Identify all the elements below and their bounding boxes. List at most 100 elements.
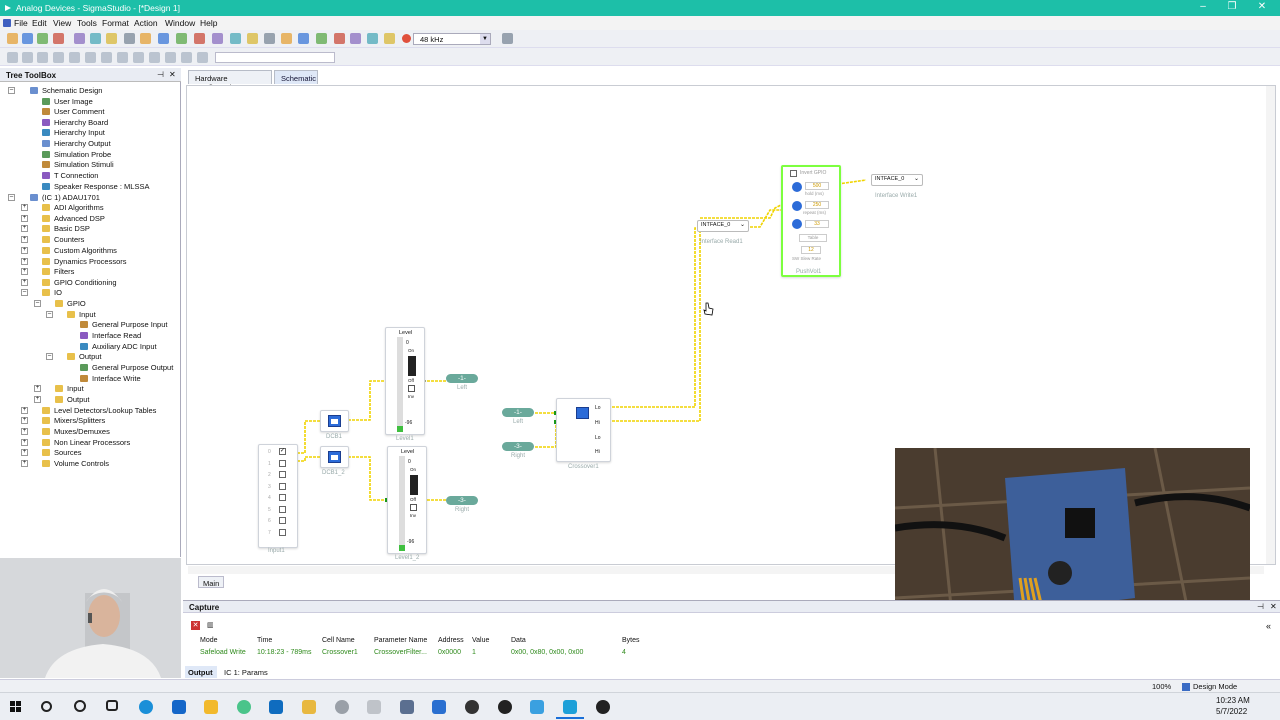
level2-switch[interactable] — [410, 475, 418, 495]
crossover-hi2: Hi — [595, 449, 600, 455]
app-icon-dark2[interactable] — [498, 700, 512, 714]
level2-block[interactable]: Level 0 On Off Inv -96 — [387, 446, 427, 554]
slew-value[interactable]: 12 — [801, 246, 821, 254]
edge-icon[interactable] — [139, 700, 153, 714]
input-channel-number: 1 — [268, 460, 271, 467]
level2-meter — [399, 456, 405, 551]
dcb2-block[interactable] — [320, 446, 349, 468]
input-channel-number: 2 — [268, 472, 271, 478]
level1-invert-checkbox[interactable] — [408, 385, 415, 392]
level1-inv: Inv — [408, 394, 415, 399]
capture-column-header[interactable]: Bytes — [622, 637, 640, 644]
input-channel-checkbox[interactable] — [279, 471, 286, 478]
crossover-lo1: Lo — [595, 405, 601, 411]
input-channel-checkbox[interactable]: ✓ — [279, 448, 286, 455]
columns-icon[interactable]: ▥ — [207, 621, 221, 630]
clock-date: 5/7/2022 — [1216, 707, 1248, 716]
input-channel-checkbox[interactable] — [279, 482, 286, 490]
capture-column-header[interactable]: Value — [472, 637, 489, 644]
app-icon-yellow[interactable] — [302, 700, 316, 714]
level1-off: Off — [408, 378, 414, 383]
capture-column-header[interactable]: Time — [257, 637, 272, 644]
repeat-label: repeat (ms) — [803, 210, 827, 215]
capture-close-icon[interactable]: ✕ — [1270, 602, 1277, 611]
interface-read-select[interactable]: INTFACE_0 — [701, 222, 730, 228]
windows-taskbar: 10:23 AM 5/7/2022 — [0, 692, 1280, 720]
tab-output[interactable]: Output — [185, 666, 217, 678]
input-channel-checkbox[interactable] — [279, 505, 286, 513]
app-icon-dark[interactable] — [465, 700, 479, 714]
file-explorer-icon[interactable] — [204, 700, 218, 714]
level2-on: On — [410, 467, 417, 472]
sigmastudio-taskbar-icon[interactable] — [563, 700, 577, 714]
level1-bottom: -96 — [405, 420, 413, 426]
repeat-value[interactable]: 250 — [805, 201, 829, 209]
input-right-pill[interactable]: -3- — [502, 442, 534, 451]
outlook-icon[interactable] — [269, 700, 283, 714]
input-left-pill[interactable]: -1- — [502, 408, 534, 417]
hold-value[interactable]: 500 — [805, 182, 829, 190]
hold-label: hold (ms) — [805, 191, 824, 196]
sigmastudio-window: Analog Devices - SigmaStudio - [*Design … — [0, 0, 1280, 720]
obs-icon[interactable] — [596, 700, 610, 714]
level2-title: Level — [401, 449, 415, 455]
search-icon[interactable] — [41, 701, 52, 712]
app-icon-blue[interactable] — [432, 700, 446, 714]
level1-on: On — [408, 348, 415, 353]
dcb1-block[interactable] — [320, 410, 349, 432]
slew-label: SW Slew Rate — [792, 256, 822, 261]
wire-crossover-hi — [612, 232, 701, 422]
interface-write-select[interactable]: INTFACE_0 — [875, 176, 904, 182]
sheet-tab-main[interactable]: Main — [198, 576, 224, 588]
interface-write-block[interactable]: INTFACE_0 ⌄ — [871, 174, 923, 186]
task-view-icon[interactable] — [106, 700, 118, 711]
collapse-icon[interactable]: « — [1266, 621, 1271, 631]
app-icon-gray[interactable] — [335, 700, 349, 714]
capture-column-header[interactable]: Mode — [200, 637, 218, 644]
hold-knob-icon[interactable] — [792, 182, 802, 192]
browser-icon[interactable] — [237, 700, 251, 714]
windows-start-icon[interactable] — [10, 701, 22, 713]
capture-column-header[interactable]: Parameter Name — [374, 637, 427, 644]
level1-switch[interactable] — [408, 356, 416, 376]
app-icon-a[interactable] — [400, 700, 414, 714]
table-button[interactable]: Table — [799, 234, 827, 242]
level2-invert-checkbox[interactable] — [410, 504, 417, 511]
input-channel-checkbox[interactable] — [279, 517, 286, 524]
interface-read-block[interactable]: INTFACE_0 ⌄ — [697, 220, 749, 232]
capture-cell: 4 — [622, 649, 626, 656]
steps-value[interactable]: 33 — [805, 220, 829, 228]
crossover-caption: Crossover1 — [568, 464, 599, 470]
level1-block[interactable]: Level 0 On Off Inv -96 — [385, 327, 425, 435]
chevron-down-icon[interactable]: ⌄ — [914, 175, 919, 182]
interface-read-caption: Interface Read1 — [700, 239, 743, 245]
tab-ic1-params[interactable]: IC 1: Params — [221, 666, 271, 678]
input1-block[interactable]: 0 ✓ 1 2 3 4 5 6 7 — [258, 444, 298, 548]
crossover-block[interactable]: Lo Hi Lo Hi — [556, 398, 611, 462]
capture-column-header[interactable]: Data — [511, 637, 526, 644]
invert-gpio-checkbox[interactable] — [790, 170, 797, 177]
pushvol-caption: PushVol1 — [796, 269, 822, 275]
input-channel-checkbox[interactable] — [279, 459, 286, 467]
output-left-pill[interactable]: -1- — [446, 374, 478, 383]
input-channel-checkbox[interactable] — [279, 494, 286, 501]
output-right-pill[interactable]: -3- — [446, 496, 478, 505]
pin-icon[interactable]: ⊣ — [1257, 602, 1264, 611]
pushvol-block[interactable]: Invert GPIO 500 hold (ms) 250 repeat (ms… — [781, 165, 841, 277]
input-right-caption: Right — [511, 453, 526, 459]
repeat-knob-icon[interactable] — [792, 201, 802, 211]
capture-cell: CrossoverFilter... — [374, 649, 427, 656]
cortana-icon[interactable] — [74, 700, 86, 712]
capture-column-header[interactable]: Address — [438, 637, 464, 644]
wire-bus-top — [700, 203, 784, 219]
chevron-down-icon[interactable]: ⌄ — [740, 221, 745, 228]
store-icon[interactable] — [172, 700, 186, 714]
app-icon-light[interactable] — [367, 700, 381, 714]
steps-knob-icon[interactable] — [792, 219, 802, 229]
input-channel-number: 6 — [268, 518, 271, 524]
clear-capture-icon[interactable]: ✕ — [191, 621, 200, 630]
calculator-icon[interactable] — [530, 700, 544, 714]
capture-column-header[interactable]: Cell Name — [322, 637, 355, 644]
input-channel-number: 0 — [268, 449, 271, 455]
input-channel-checkbox[interactable] — [279, 528, 286, 536]
